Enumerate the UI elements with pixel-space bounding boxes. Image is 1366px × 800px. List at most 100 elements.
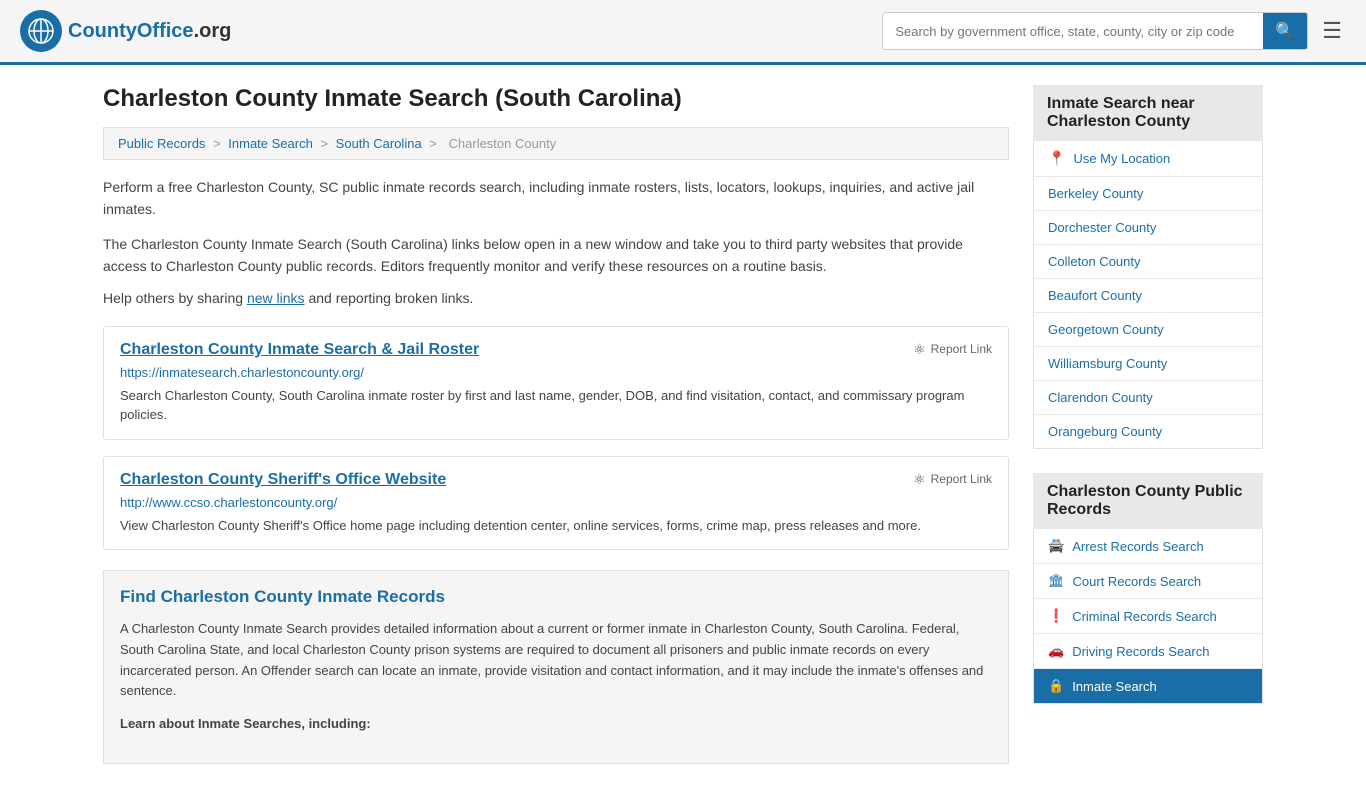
intro-paragraph-1: Perform a free Charleston County, SC pub… (103, 176, 1009, 221)
williamsburg-label: Williamsburg County (1048, 356, 1167, 371)
result-title-1[interactable]: Charleston County Inmate Search & Jail R… (120, 341, 479, 359)
beaufort-label: Beaufort County (1048, 288, 1142, 303)
arrest-icon: 🚔 (1048, 538, 1064, 554)
inmate-icon: 🔒 (1048, 678, 1064, 694)
breadcrumb-sep3: > (429, 136, 440, 151)
logo-icon (20, 10, 62, 52)
sharing-note-suffix: and reporting broken links. (305, 290, 474, 306)
driving-icon: 🚗 (1048, 643, 1064, 659)
criminal-records-label: Criminal Records Search (1072, 609, 1217, 624)
breadcrumb-sep2: > (320, 136, 331, 151)
colleton-link[interactable]: Colleton County (1034, 245, 1262, 278)
result-title-2[interactable]: Charleston County Sheriff's Office Websi… (120, 471, 446, 489)
sharing-note-prefix: Help others by sharing (103, 290, 247, 306)
court-records-link[interactable]: 🏛 Court Records Search (1034, 564, 1262, 598)
sidebar-item-court[interactable]: 🏛 Court Records Search (1034, 564, 1262, 599)
criminal-icon: ❗ (1048, 608, 1064, 624)
breadcrumb-inmate-search[interactable]: Inmate Search (228, 136, 313, 151)
new-links-link[interactable]: new links (247, 290, 305, 306)
sidebar-item-williamsburg[interactable]: Williamsburg County (1034, 347, 1262, 381)
result-desc-2: View Charleston County Sheriff's Office … (120, 516, 992, 536)
sidebar-public-records-section: Charleston County Public Records 🚔 Arres… (1033, 473, 1263, 704)
sidebar-item-dorchester[interactable]: Dorchester County (1034, 211, 1262, 245)
header-right: 🔍 ☰ (882, 12, 1346, 50)
sidebar-item-clarendon[interactable]: Clarendon County (1034, 381, 1262, 415)
driving-records-link[interactable]: 🚗 Driving Records Search (1034, 634, 1262, 668)
sharing-note: Help others by sharing new links and rep… (103, 290, 1009, 306)
search-bar: 🔍 (882, 12, 1308, 50)
sidebar-nearby-list: 📍 Use My Location Berkeley County Dorche… (1033, 141, 1263, 449)
sidebar-item-georgetown[interactable]: Georgetown County (1034, 313, 1262, 347)
sidebar-item-inmate[interactable]: 🔒 Inmate Search (1034, 669, 1262, 703)
use-location-label: Use My Location (1073, 151, 1170, 166)
report-icon-2: ⚛ (913, 471, 926, 488)
result-card-1: Charleston County Inmate Search & Jail R… (103, 326, 1009, 440)
find-para-1: A Charleston County Inmate Search provid… (120, 619, 992, 702)
learn-heading: Learn about Inmate Searches, including: (120, 714, 992, 735)
sidebar-item-beaufort[interactable]: Beaufort County (1034, 279, 1262, 313)
breadcrumb: Public Records > Inmate Search > South C… (103, 127, 1009, 160)
georgetown-link[interactable]: Georgetown County (1034, 313, 1262, 346)
search-button[interactable]: 🔍 (1263, 13, 1307, 49)
georgetown-label: Georgetown County (1048, 322, 1164, 337)
dorchester-label: Dorchester County (1048, 220, 1156, 235)
clarendon-label: Clarendon County (1048, 390, 1153, 405)
sidebar-public-records-header: Charleston County Public Records (1033, 473, 1263, 529)
breadcrumb-state[interactable]: South Carolina (336, 136, 422, 151)
sidebar-item-orangeburg[interactable]: Orangeburg County (1034, 415, 1262, 448)
beaufort-link[interactable]: Beaufort County (1034, 279, 1262, 312)
arrest-records-link[interactable]: 🚔 Arrest Records Search (1034, 529, 1262, 563)
result-desc-1: Search Charleston County, South Carolina… (120, 386, 992, 425)
content-area: Charleston County Inmate Search (South C… (103, 85, 1009, 780)
location-icon: 📍 (1048, 150, 1065, 167)
inmate-search-link[interactable]: 🔒 Inmate Search (1034, 669, 1262, 703)
search-input[interactable] (883, 16, 1263, 47)
sidebar-public-records-list: 🚔 Arrest Records Search 🏛 Court Records … (1033, 529, 1263, 704)
logo-text[interactable]: CountyOffice.org (68, 20, 231, 43)
logo-area: CountyOffice.org (20, 10, 231, 52)
breadcrumb-county: Charleston County (449, 136, 557, 151)
clarendon-link[interactable]: Clarendon County (1034, 381, 1262, 414)
driving-records-label: Driving Records Search (1072, 644, 1209, 659)
sidebar-item-driving[interactable]: 🚗 Driving Records Search (1034, 634, 1262, 669)
orangeburg-label: Orangeburg County (1048, 424, 1162, 439)
breadcrumb-public-records[interactable]: Public Records (118, 136, 205, 151)
sidebar-nearby-section: Inmate Search near Charleston County 📍 U… (1033, 85, 1263, 449)
report-icon-1: ⚛ (913, 341, 926, 358)
arrest-records-label: Arrest Records Search (1072, 539, 1204, 554)
report-link-2[interactable]: ⚛ Report Link (913, 471, 992, 488)
logo-suffix: .org (194, 20, 232, 42)
sidebar-item-arrest[interactable]: 🚔 Arrest Records Search (1034, 529, 1262, 564)
result-url-2[interactable]: http://www.ccso.charlestoncounty.org/ (120, 495, 992, 510)
court-icon: 🏛 (1048, 573, 1065, 589)
colleton-label: Colleton County (1048, 254, 1141, 269)
dorchester-link[interactable]: Dorchester County (1034, 211, 1262, 244)
report-link-label-2: Report Link (931, 472, 992, 486)
result-header-1: Charleston County Inmate Search & Jail R… (120, 341, 992, 359)
sidebar-item-criminal[interactable]: ❗ Criminal Records Search (1034, 599, 1262, 634)
menu-icon[interactable]: ☰ (1318, 14, 1346, 48)
sidebar-nearby-header: Inmate Search near Charleston County (1033, 85, 1263, 141)
result-card-2: Charleston County Sheriff's Office Websi… (103, 456, 1009, 551)
berkeley-label: Berkeley County (1048, 186, 1143, 201)
result-url-1[interactable]: https://inmatesearch.charlestoncounty.or… (120, 365, 992, 380)
logo-main: CountyOffice (68, 20, 194, 42)
criminal-records-link[interactable]: ❗ Criminal Records Search (1034, 599, 1262, 633)
orangeburg-link[interactable]: Orangeburg County (1034, 415, 1262, 448)
use-location-link[interactable]: 📍 Use My Location (1034, 141, 1262, 176)
find-heading: Find Charleston County Inmate Records (120, 587, 992, 607)
report-link-1[interactable]: ⚛ Report Link (913, 341, 992, 358)
berkeley-link[interactable]: Berkeley County (1034, 177, 1262, 210)
page-title: Charleston County Inmate Search (South C… (103, 85, 1009, 113)
report-link-label-1: Report Link (931, 342, 992, 356)
result-header-2: Charleston County Sheriff's Office Websi… (120, 471, 992, 489)
main-container: Charleston County Inmate Search (South C… (83, 65, 1283, 800)
sidebar: Inmate Search near Charleston County 📍 U… (1033, 85, 1263, 780)
sidebar-item-berkeley[interactable]: Berkeley County (1034, 177, 1262, 211)
find-section: Find Charleston County Inmate Records A … (103, 570, 1009, 764)
williamsburg-link[interactable]: Williamsburg County (1034, 347, 1262, 380)
sidebar-use-location[interactable]: 📍 Use My Location (1034, 141, 1262, 177)
intro-paragraph-2: The Charleston County Inmate Search (Sou… (103, 233, 1009, 278)
inmate-search-label: Inmate Search (1072, 679, 1157, 694)
sidebar-item-colleton[interactable]: Colleton County (1034, 245, 1262, 279)
